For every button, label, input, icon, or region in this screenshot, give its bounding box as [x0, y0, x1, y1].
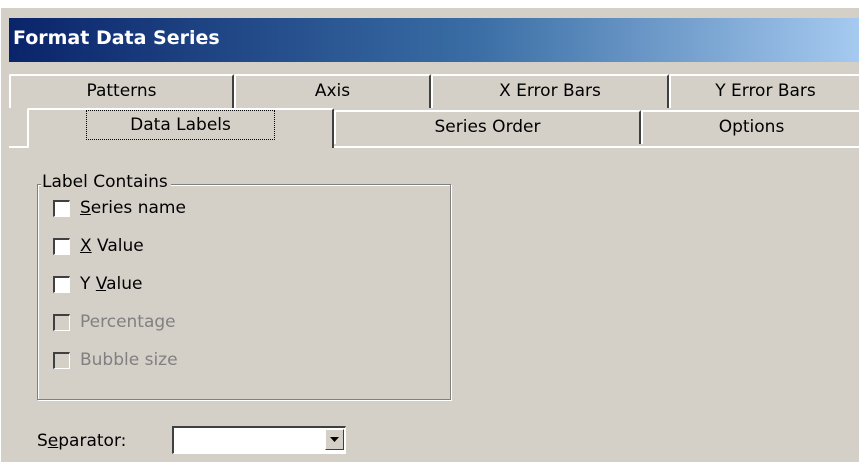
y-value-mnemonic: V — [95, 274, 107, 294]
x-value-checkbox[interactable] — [53, 237, 70, 255]
tab-patterns[interactable]: Patterns — [9, 74, 234, 108]
series-name-checkbox-row[interactable]: Series name — [53, 196, 186, 220]
x-value-checkbox-row[interactable]: X Value — [53, 234, 144, 258]
separator-combobox[interactable] — [172, 426, 346, 454]
y-value-label-rest: alue — [106, 274, 143, 294]
title-bar[interactable]: Format Data Series — [9, 18, 859, 62]
series-name-label: Series name — [80, 198, 186, 218]
tab-options[interactable]: Options — [641, 110, 859, 144]
percentage-checkbox — [53, 313, 70, 331]
tab-patterns-label: Patterns — [86, 81, 157, 101]
x-value-label: X Value — [80, 236, 144, 256]
tab-y-error-bars-label: Y Error Bars — [715, 81, 816, 101]
separator-mnemonic: e — [47, 431, 59, 451]
bubble-size-checkbox-row: Bubble size — [53, 348, 178, 372]
tab-data-labels[interactable]: Data Labels — [27, 108, 334, 148]
tab-series-order[interactable]: Series Order — [334, 110, 641, 144]
y-value-label: Y Value — [80, 274, 142, 294]
chevron-down-icon — [330, 437, 339, 442]
tab-series-order-label: Series Order — [434, 117, 541, 137]
tab-x-error-bars[interactable]: X Error Bars — [431, 74, 669, 108]
tab-y-error-bars[interactable]: Y Error Bars — [669, 74, 859, 108]
tab-axis-label: Axis — [314, 81, 351, 101]
tab-axis[interactable]: Axis — [234, 74, 431, 108]
percentage-label: Percentage — [80, 312, 176, 332]
series-name-mnemonic: S — [80, 198, 91, 218]
separator-label-prefix: S — [37, 431, 48, 451]
tab-options-label: Options — [718, 117, 785, 137]
y-value-label-prefix: Y — [80, 274, 96, 294]
x-value-mnemonic: X — [80, 236, 92, 256]
x-value-label-rest: Value — [91, 236, 144, 256]
separator-dropdown-button[interactable] — [325, 429, 344, 450]
label-contains-legend: Label Contains — [41, 172, 171, 192]
tab-x-error-bars-label: X Error Bars — [499, 81, 601, 101]
tab-data-labels-label: Data Labels — [86, 110, 275, 140]
percentage-checkbox-row: Percentage — [53, 310, 176, 334]
y-value-checkbox[interactable] — [53, 275, 70, 293]
series-name-checkbox[interactable] — [53, 199, 70, 217]
separator-label-rest: parator: — [58, 431, 127, 451]
bubble-size-checkbox — [53, 351, 70, 369]
separator-label: Separator: — [37, 431, 126, 451]
window-title: Format Data Series — [13, 27, 220, 49]
format-data-series-dialog: Format Data Series Patterns Axis X Error… — [0, 8, 859, 462]
series-name-label-rest: eries name — [90, 198, 186, 218]
bubble-size-label: Bubble size — [80, 350, 178, 370]
y-value-checkbox-row[interactable]: Y Value — [53, 272, 142, 296]
